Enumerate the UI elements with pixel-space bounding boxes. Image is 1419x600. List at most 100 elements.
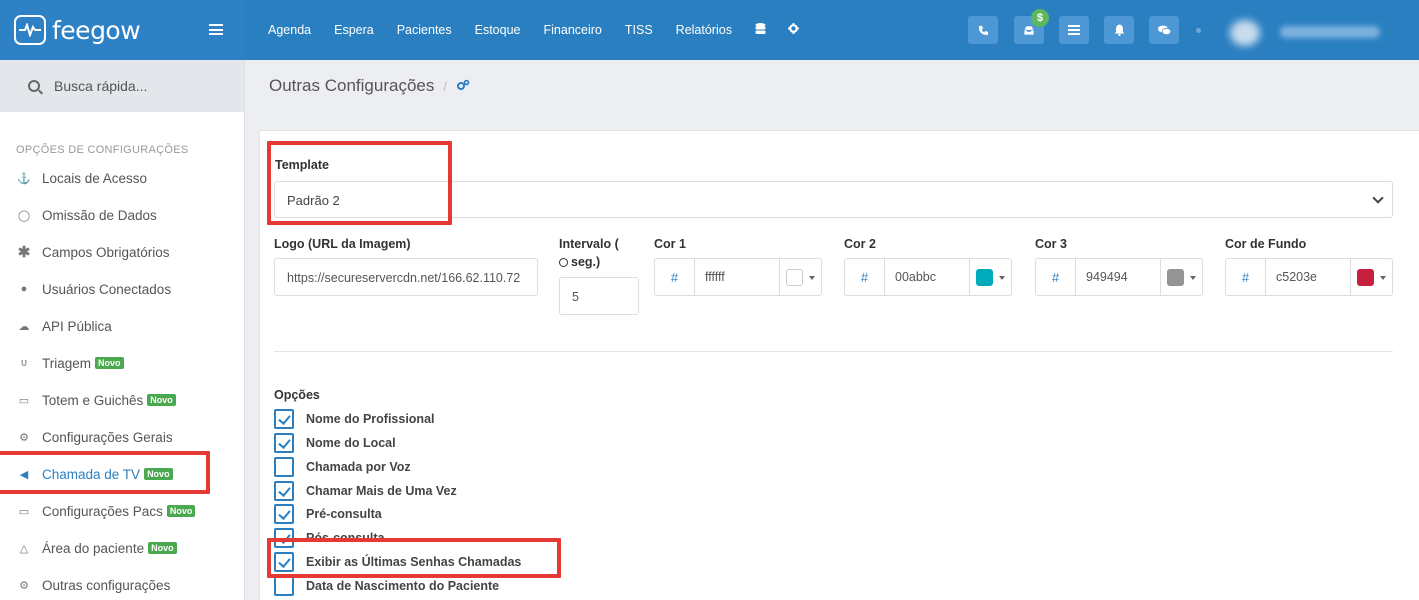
top-bar: feegow Agenda Espera Pacientes Estoque F… [0,0,1419,60]
database-icon[interactable] [755,22,766,38]
interval-label-unit: seg.) [559,255,600,269]
page-header: Outras Configurações / [245,60,1419,112]
sidebar-item-label: API Pública [42,318,112,334]
option-label: Nome do Profissional [306,412,435,426]
chat-icon[interactable] [1149,16,1179,44]
color-3-picker-button[interactable] [1161,258,1203,296]
nav-espera[interactable]: Espera [334,23,374,37]
quick-search-label: Busca rápida... [54,78,148,94]
sidebar-heading: OPÇÕES DE CONFIGURAÇÕES [16,144,189,156]
option-label: Pré-consulta [306,507,382,521]
eye-slash-icon: ◯ [17,209,31,222]
nav-agenda[interactable]: Agenda [268,23,311,37]
color-1-input[interactable]: ffffff [694,258,780,296]
sidebar-item-campos-obrigatorios[interactable]: ✱ Campos Obrigatórios [16,241,170,263]
cogs-icon [456,79,470,94]
sidebar-item-label: Totem e Guichês [42,392,144,408]
nav-pacientes[interactable]: Pacientes [397,23,452,37]
flask-icon: △ [19,542,29,555]
map-pin-icon: ⚓ [17,172,31,185]
checkbox-checked[interactable] [274,433,294,453]
list-icon[interactable] [1059,16,1089,44]
chevron-down-icon [1372,192,1384,204]
main-nav: Agenda Espera Pacientes Estoque Financei… [268,0,821,60]
sidebar-item-triagem[interactable]: υ Triagem Novo [16,352,124,374]
sidebar-item-totem-e-guiches[interactable]: ▭ Totem e Guichês Novo [16,389,176,411]
sidebar-item-omissao-de-dados[interactable]: ◯ Omissão de Dados [16,204,157,226]
highlight-exibir-ultimas-senhas [267,538,561,578]
option-chamada-por-voz[interactable]: Chamada por Voz [274,456,411,478]
checkbox-checked[interactable] [274,481,294,501]
stethoscope-icon: υ [20,357,27,369]
user-icon: ● [20,283,28,295]
nav-estoque[interactable]: Estoque [475,23,521,37]
sidebar-item-label: Área do paciente [42,540,145,556]
sidebar-item-locais-de-acesso[interactable]: ⚓ Locais de Acesso [16,167,147,189]
nav-relatorios[interactable]: Relatórios [676,23,732,37]
background-color-picker-button[interactable] [1351,258,1393,296]
option-nome-do-local[interactable]: Nome do Local [274,432,396,454]
checkbox-checked[interactable] [274,504,294,524]
search-icon [28,80,40,92]
option-data-de-nascimento[interactable]: Data de Nascimento do Paciente [274,575,499,597]
sidebar-item-api-publica[interactable]: ☁ API Pública [16,315,112,337]
asterisk-icon: ✱ [17,244,31,261]
checkbox-unchecked[interactable] [274,457,294,477]
cogs-icon: ⚙ [19,431,29,444]
nav-financeiro[interactable]: Financeiro [544,23,602,37]
brand[interactable]: feegow [0,0,245,60]
new-badge: Novo [147,394,176,406]
new-badge: Novo [95,357,124,369]
nav-tiss[interactable]: TISS [625,23,653,37]
menu-toggle-icon[interactable] [209,24,223,35]
color-3-input[interactable]: 949494 [1075,258,1161,296]
checkbox-unchecked[interactable] [274,576,294,596]
cloud-icon: ☁ [18,320,30,333]
hash-addon: # [1035,258,1075,296]
sidebar-item-configuracoes-pacs[interactable]: ▭ Configurações Pacs Novo [16,500,196,522]
quick-search[interactable]: Busca rápida... [0,60,245,112]
gear-icon[interactable] [787,23,799,37]
option-pre-consulta[interactable]: Pré-consulta [274,503,382,525]
new-badge: Novo [166,505,196,517]
sidebar-item-label: Usuários Conectados [42,281,172,297]
highlight-chamada-de-tv [0,451,210,494]
new-badge: Novo [148,542,177,554]
color-1-picker-button[interactable] [780,258,822,296]
sidebar-item-outras-configuracoes[interactable]: ⚙ Outras configurações [16,574,170,596]
option-label: Chamada por Voz [306,460,411,474]
page-title: Outras Configurações [269,76,435,95]
hash-addon: # [844,258,884,296]
sidebar-item-label: Configurações Pacs [42,503,163,519]
hash-addon: # [654,258,694,296]
heart-pulse-icon [14,15,46,45]
background-color-input[interactable]: c5203e [1265,258,1351,296]
color-2-input[interactable]: 00abbc [884,258,970,296]
sidebar-item-usuarios-conectados[interactable]: ● Usuários Conectados [16,278,171,300]
caret-down-icon [1190,276,1196,280]
sidebar-item-configuracoes-gerais[interactable]: ⚙ Configurações Gerais [16,426,173,448]
color-1-label: Cor 1 [654,237,686,251]
interval-input[interactable]: 5 [559,277,639,315]
phone-icon[interactable] [968,16,998,44]
color-2-picker-button[interactable] [970,258,1012,296]
clock-icon [559,258,568,267]
options-label: Opções [274,388,320,402]
caret-down-icon [999,276,1005,280]
sidebar-item-area-do-paciente[interactable]: △ Área do paciente Novo [16,537,177,559]
background-color-label: Cor de Fundo [1225,237,1307,251]
option-nome-do-profissional[interactable]: Nome do Profissional [274,408,435,430]
bell-icon[interactable] [1104,16,1134,44]
logo-label: Logo (URL da Imagem) [274,237,411,251]
option-chamar-mais-de-uma-vez[interactable]: Chamar Mais de Uma Vez [274,480,457,502]
checkbox-checked[interactable] [274,409,294,429]
option-label: Nome do Local [306,436,396,450]
brand-name: feegow [52,15,141,45]
logo-url-input[interactable]: https://secureservercdn.net/166.62.110.7… [274,258,538,296]
sidebar-item-label: Campos Obrigatórios [42,244,170,260]
color-3-label: Cor 3 [1035,237,1067,251]
color-2-label: Cor 2 [844,237,876,251]
user-menu[interactable] [1225,16,1405,48]
avatar [1230,20,1260,46]
hash-addon: # [1225,258,1265,296]
